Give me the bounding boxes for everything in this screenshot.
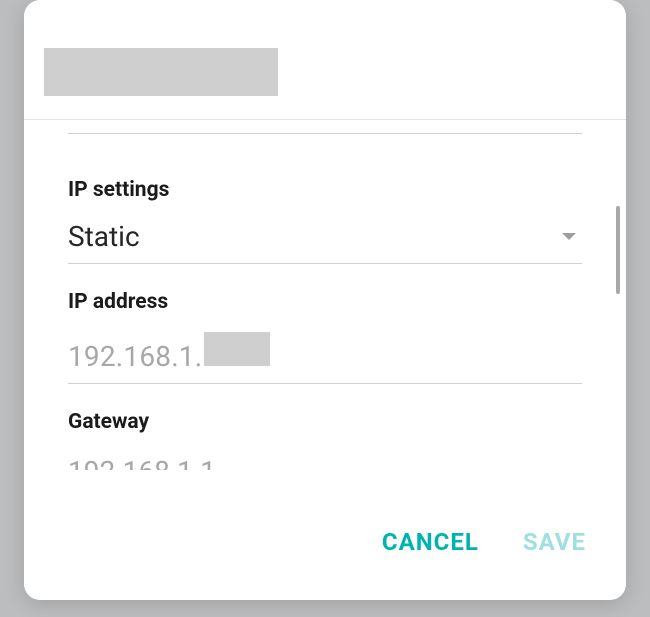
cancel-button[interactable]: CANCEL [382,528,479,556]
gateway-value: 192.168.1.1 [68,458,582,470]
ip-address-label: IP address [68,290,582,314]
dialog-title-redacted [44,48,278,96]
ip-address-input[interactable]: 192.168.1. [68,332,582,384]
chevron-down-icon [562,233,576,240]
gateway-label: Gateway [68,410,582,434]
ip-address-redacted [204,332,270,366]
dialog-header [24,0,626,120]
ip-settings-field: IP settings Static [68,178,582,264]
ip-settings-select[interactable]: Static [68,220,582,264]
previous-field-value[interactable]: None [68,120,582,134]
network-settings-dialog: None IP settings Static IP address 192.1… [24,0,626,600]
ip-settings-value: Static [68,220,140,253]
ip-address-field: IP address 192.168.1. [68,290,582,384]
gateway-field: Gateway 192.168.1.1 [68,410,582,470]
ip-address-value-prefix: 192.168.1. [68,340,202,373]
scrollbar[interactable] [616,206,620,294]
dialog-content: None IP settings Static IP address 192.1… [24,120,626,484]
ip-settings-label: IP settings [68,178,582,202]
gateway-input-cutoff[interactable]: 192.168.1.1 [68,458,582,470]
dialog-footer: CANCEL SAVE [24,484,626,600]
save-button[interactable]: SAVE [523,528,586,556]
